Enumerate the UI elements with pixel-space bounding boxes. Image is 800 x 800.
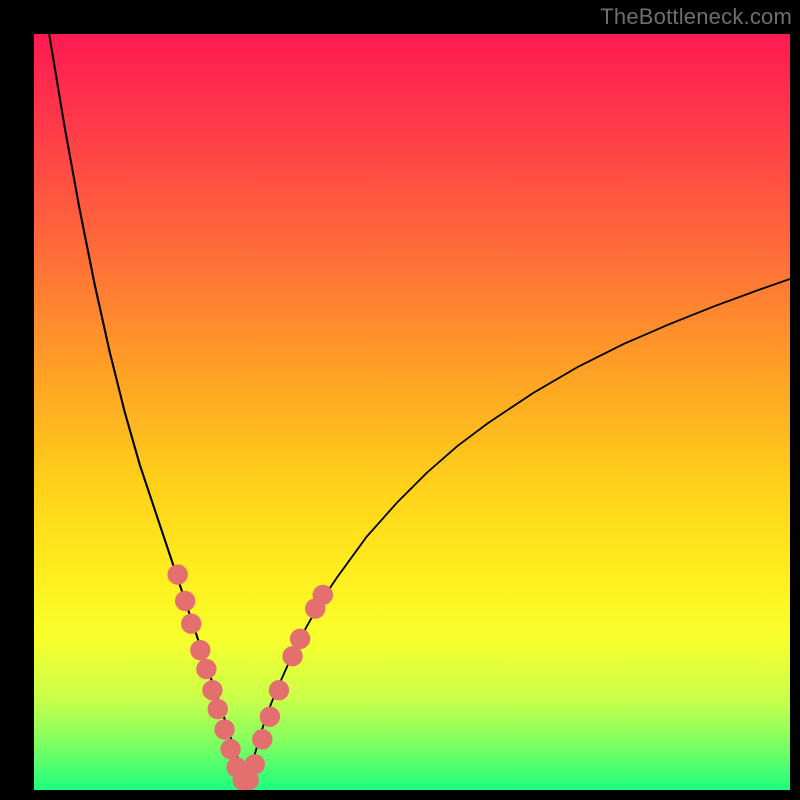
curve-right-branch <box>247 279 790 784</box>
curve-svg <box>34 34 790 790</box>
marker-dot <box>313 585 333 605</box>
marker-dot <box>167 564 187 584</box>
marker-dot <box>214 719 234 739</box>
marker-dot <box>196 659 216 679</box>
marker-dot <box>175 591 195 611</box>
marker-dot <box>260 706 280 726</box>
marker-dot <box>282 646 302 666</box>
marker-dot <box>269 680 289 700</box>
marker-dot <box>208 699 228 719</box>
marker-dot <box>290 629 310 649</box>
marker-dot <box>181 613 201 633</box>
marker-dot <box>220 739 240 759</box>
plot-area <box>34 34 790 790</box>
marker-dot <box>190 640 210 660</box>
marker-dot <box>202 680 222 700</box>
chart-frame: TheBottleneck.com <box>0 0 800 800</box>
marker-dot <box>245 754 265 774</box>
marker-dot <box>252 729 272 749</box>
trough-markers <box>167 564 333 790</box>
watermark-text: TheBottleneck.com <box>600 4 792 30</box>
